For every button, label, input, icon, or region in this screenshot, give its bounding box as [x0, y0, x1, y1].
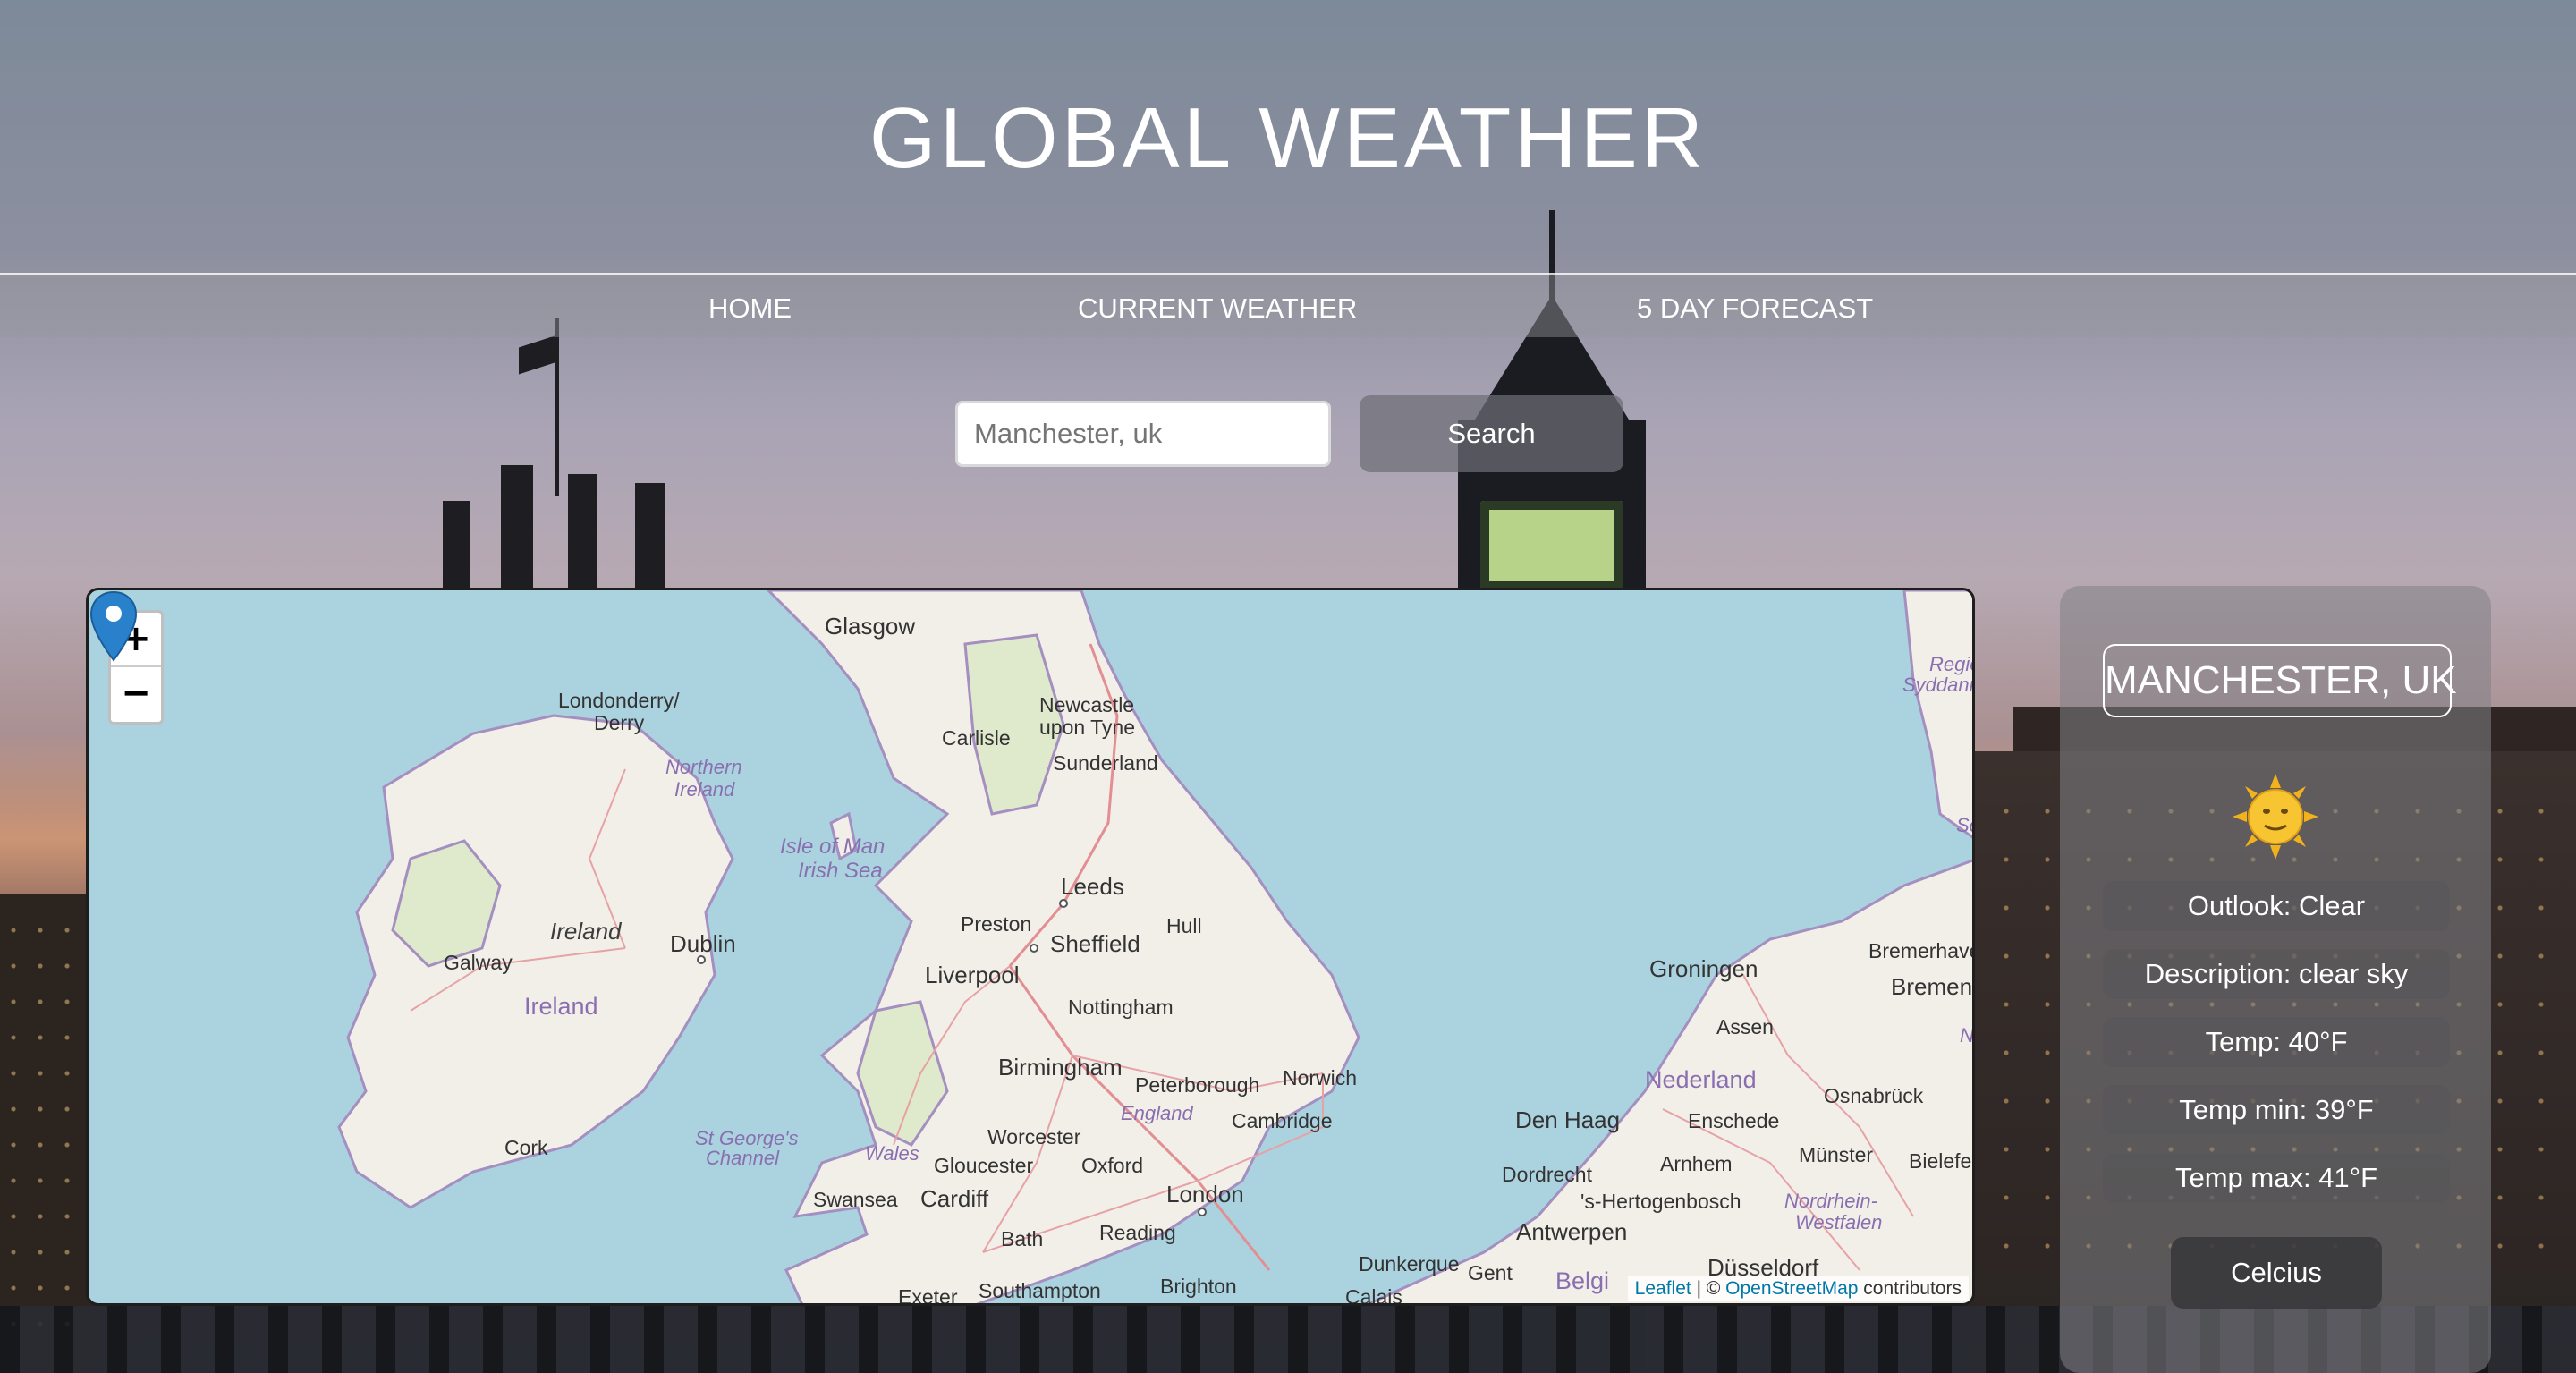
- outlook-field: Outlook: Clear: [2103, 881, 2450, 931]
- search-button[interactable]: Search: [1360, 395, 1623, 472]
- attribution-separator: | ©: [1690, 1278, 1726, 1299]
- city-dot: [697, 955, 706, 964]
- map-label: Calais: [1345, 1285, 1402, 1306]
- map-label: Northern: [665, 756, 742, 778]
- map-label: Westfalen: [1795, 1211, 1883, 1233]
- map-label: Arnhem: [1660, 1152, 1733, 1175]
- nav-home[interactable]: HOME: [708, 292, 792, 325]
- city-lights-left: [0, 912, 89, 1342]
- temp-field: Temp: 40°F: [2103, 1017, 2450, 1067]
- map-label: Nottingham: [1068, 996, 1174, 1019]
- attribution-suffix: contributors: [1858, 1278, 1962, 1299]
- map-label: Nederland: [1645, 1066, 1757, 1093]
- map-label: London: [1166, 1181, 1244, 1208]
- map-label: Wales: [865, 1142, 919, 1165]
- flagpole: [555, 318, 559, 496]
- map-label: Ireland: [524, 993, 598, 1020]
- map-label: Den Haag: [1515, 1106, 1621, 1133]
- celsius-toggle-button[interactable]: Celcius: [2171, 1237, 2382, 1309]
- map-label: Ireland: [550, 918, 622, 945]
- ireland-landmass: [337, 714, 734, 1209]
- temp-min-field: Temp min: 39°F: [2103, 1085, 2450, 1135]
- zoom-out-button[interactable]: −: [111, 667, 161, 722]
- map-label: Leeds: [1061, 873, 1124, 900]
- map-label: Galway: [444, 951, 513, 974]
- weather-panel: MANCHESTER, UK Outlook: Clear Descriptio…: [2060, 586, 2491, 1373]
- map-label: Bielefeld: [1909, 1149, 1972, 1173]
- map-label: Nordrhein-: [1784, 1190, 1877, 1212]
- map-label: Reading: [1099, 1221, 1176, 1244]
- leaflet-link[interactable]: Leaflet: [1635, 1278, 1691, 1299]
- map-label: Dordrecht: [1502, 1163, 1592, 1186]
- map-label: Cardiff: [920, 1185, 989, 1212]
- map-label: Oxford: [1081, 1154, 1144, 1177]
- city-dot: [1030, 944, 1038, 953]
- map-label: Sunderland: [1053, 751, 1158, 775]
- search-input[interactable]: [955, 401, 1331, 467]
- map-label: Bath: [1001, 1227, 1044, 1250]
- map-label: Bremen: [1891, 973, 1973, 1000]
- map-label: Carlisle: [942, 726, 1011, 750]
- map-label: Isle of Man: [780, 835, 886, 859]
- map-label: Southampton: [979, 1279, 1101, 1302]
- city-dot: [1059, 899, 1068, 908]
- map-label: Birmingham: [998, 1054, 1123, 1081]
- map-label: Dublin: [670, 930, 736, 957]
- map-label: Dunkerque: [1359, 1252, 1460, 1276]
- map-label: Groningen: [1649, 955, 1758, 982]
- map-label: Derry: [594, 711, 645, 734]
- map-label: Antwerpen: [1516, 1218, 1628, 1245]
- map-label: Ireland: [674, 778, 735, 801]
- temp-max-field: Temp max: 41°F: [2103, 1153, 2450, 1203]
- map-label: Syddanm: [1902, 674, 1972, 696]
- map-label: Enschede: [1688, 1109, 1780, 1132]
- map-label: Gloucester: [934, 1154, 1034, 1177]
- map-label: Hull: [1166, 914, 1202, 937]
- map-label: England: [1121, 1102, 1193, 1124]
- openstreetmap-link[interactable]: OpenStreetMap: [1725, 1278, 1858, 1299]
- sun-face-icon: [2233, 774, 2318, 860]
- location-marker-icon[interactable]: [89, 590, 139, 662]
- map-label: Newcastle: [1039, 693, 1135, 716]
- nav-5-day-forecast[interactable]: 5 DAY FORECAST: [1637, 292, 1873, 325]
- clock-face: [1480, 501, 1623, 590]
- map-label: Assen: [1716, 1015, 1774, 1038]
- main-nav: HOME CURRENT WEATHER 5 DAY FORECAST: [0, 275, 2576, 337]
- map-label: Münster: [1799, 1143, 1874, 1166]
- city-dot: [1198, 1208, 1207, 1216]
- map-label: Sheffield: [1050, 930, 1140, 957]
- nav-current-weather[interactable]: CURRENT WEATHER: [1078, 292, 1357, 325]
- site-title: GLOBAL WEATHER: [869, 90, 1707, 186]
- map-label: Gent: [1468, 1261, 1513, 1284]
- map-label: Bremerhaven: [1868, 939, 1972, 962]
- map-label: Belgi: [1555, 1267, 1610, 1294]
- map-label: Channel: [706, 1147, 779, 1169]
- map-label: Glasgow: [825, 613, 916, 640]
- flag: [519, 335, 555, 375]
- denmark-landmass: [1902, 590, 1972, 839]
- city-name: MANCHESTER, UK: [2103, 644, 2457, 717]
- map-attribution: Leaflet | © OpenStreetMap contributors: [1627, 1276, 1969, 1301]
- map-label: Brighton: [1160, 1275, 1237, 1298]
- map-label: Osnabrück: [1824, 1084, 1924, 1107]
- map-label: Worcester: [987, 1125, 1081, 1148]
- map-label: 's-Hertogenbosch: [1580, 1190, 1741, 1213]
- map-label: Cork: [504, 1136, 548, 1159]
- map-label: Peterborough: [1135, 1073, 1260, 1097]
- map-label: upon Tyne: [1039, 716, 1136, 739]
- map-label: N: [1960, 1024, 1974, 1047]
- map-label: Swansea: [813, 1188, 898, 1211]
- map-label: Norwich: [1283, 1066, 1358, 1089]
- map[interactable]: + − Glasgow Londonderry/ Derry Northern …: [86, 588, 1975, 1306]
- description-field: Description: clear sky: [2103, 949, 2450, 999]
- parliament-spire: [501, 465, 533, 608]
- map-label: Preston: [961, 912, 1032, 936]
- map-label: Cambridge: [1232, 1109, 1333, 1132]
- map-label: Sc: [1956, 814, 1972, 836]
- map-label: Liverpool: [925, 962, 1020, 988]
- map-label: Exeter: [898, 1285, 958, 1306]
- map-label: Londonderry/: [558, 689, 680, 712]
- map-label: Irish Sea: [798, 859, 883, 883]
